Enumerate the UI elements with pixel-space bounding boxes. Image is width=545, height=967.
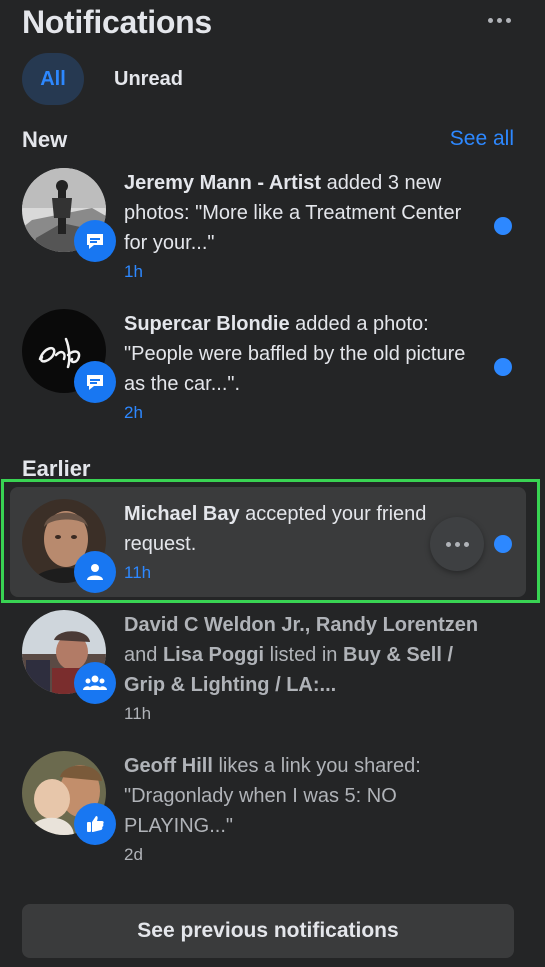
notification-time: 1h <box>124 262 143 281</box>
notifications-header: Notifications <box>22 2 545 46</box>
notification-item[interactable]: David C Weldon Jr., Randy Lorentzen and … <box>10 604 526 734</box>
actor-name: Geoff Hill <box>124 755 213 777</box>
page-title: Notifications <box>22 4 212 40</box>
notification-text: David C Weldon Jr., Randy Lorentzen and … <box>124 610 479 728</box>
actor-name: Jeremy Mann - Artist <box>124 172 322 194</box>
unread-dot <box>494 358 512 376</box>
avatar <box>22 610 116 704</box>
notification-time: 11h <box>124 704 152 723</box>
notification-item[interactable]: Geoff Hill likes a link you shared: "Dra… <box>10 745 526 875</box>
actor-name-secondary: Lisa Poggi <box>162 644 265 666</box>
tab-unread[interactable]: Unread <box>94 53 203 105</box>
actor-name: Michael Bay <box>124 503 240 525</box>
notification-item[interactable]: Jeremy Mann - Artist added 3 new photos:… <box>10 160 526 292</box>
see-previous-notifications-button[interactable]: See previous notifications <box>22 904 514 958</box>
group-icon <box>74 662 116 704</box>
notification-time: 11h <box>124 563 152 582</box>
notification-text: Jeremy Mann - Artist added 3 new photos:… <box>124 168 479 286</box>
notification-item[interactable]: Supercar Blondie added a photo: "People … <box>10 301 526 433</box>
notification-options-button[interactable] <box>430 517 484 571</box>
thumbs-up-icon <box>74 803 116 845</box>
see-all-link[interactable]: See all <box>450 127 514 151</box>
more-options-icon[interactable] <box>479 6 519 34</box>
unread-dot <box>494 217 512 235</box>
notification-time: 2d <box>124 845 143 864</box>
comment-icon <box>74 361 116 403</box>
actor-name: Supercar Blondie <box>124 313 290 335</box>
unread-dot <box>494 535 512 553</box>
avatar <box>22 499 116 593</box>
filter-tabs: All Unread <box>22 53 203 105</box>
actor-name: David C Weldon Jr., Randy Lorentzen <box>124 614 479 636</box>
tab-all[interactable]: All <box>22 53 84 105</box>
notification-text: Supercar Blondie added a photo: "People … <box>124 309 479 427</box>
avatar <box>22 309 116 403</box>
notification-text: Michael Bay accepted your friend request… <box>124 499 479 587</box>
notification-message: listed in <box>264 644 343 666</box>
avatar <box>22 751 116 845</box>
notification-item[interactable]: Michael Bay accepted your friend request… <box>10 487 526 597</box>
notification-text: Geoff Hill likes a link you shared: "Dra… <box>124 751 479 869</box>
avatar <box>22 168 116 262</box>
notification-time: 2h <box>124 403 143 422</box>
notification-connector: and <box>124 644 163 666</box>
person-icon <box>74 551 116 593</box>
comment-icon <box>74 220 116 262</box>
section-earlier-heading: Earlier <box>22 456 91 481</box>
section-new-heading: New <box>22 127 68 152</box>
